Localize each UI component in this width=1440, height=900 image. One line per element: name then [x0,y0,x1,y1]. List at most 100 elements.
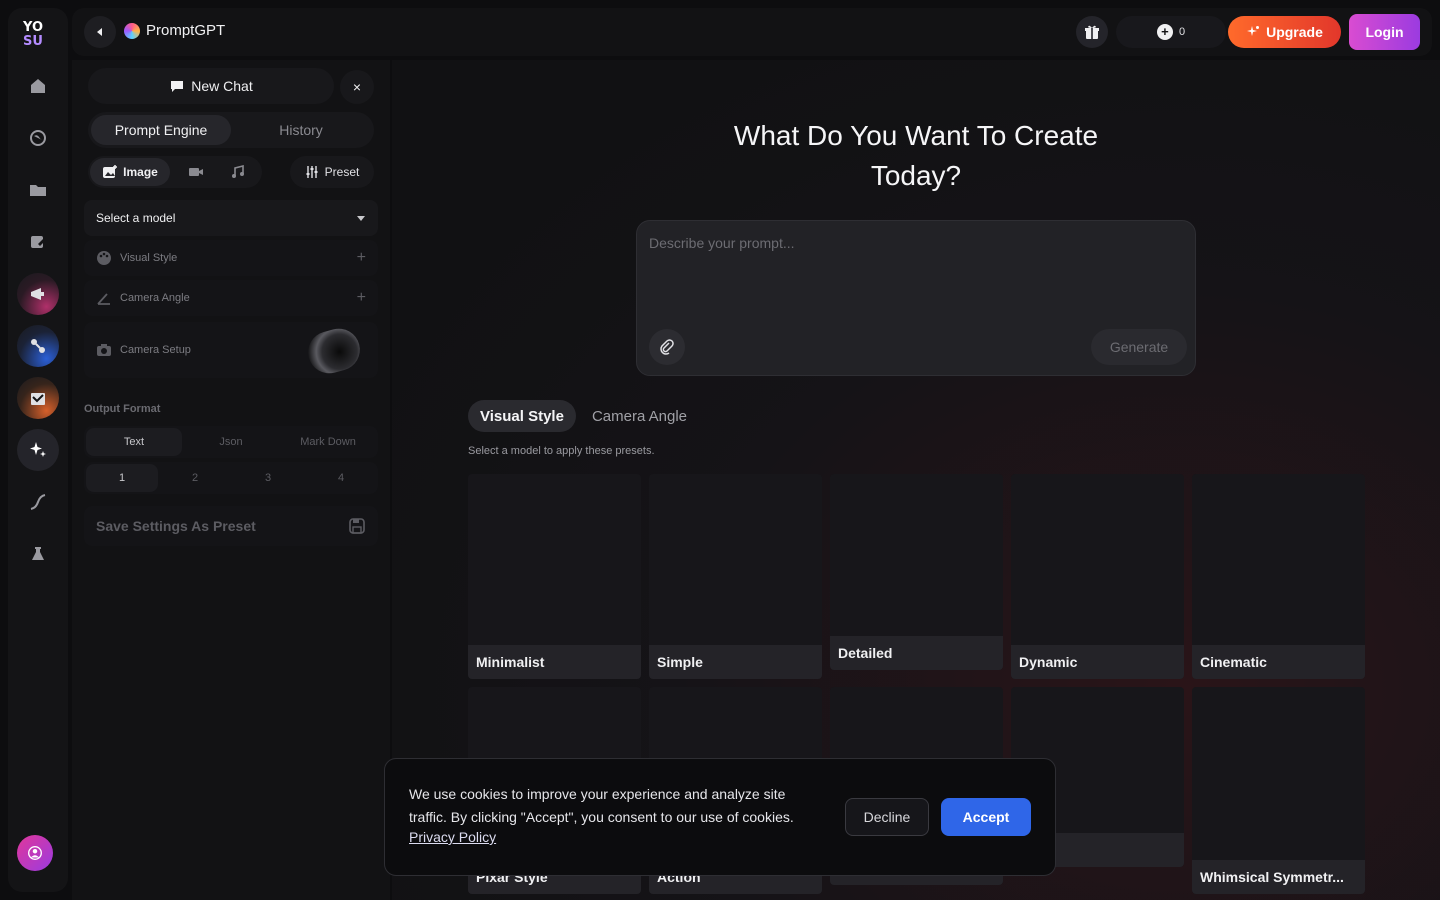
promptgpt-logo-icon [124,22,140,39]
camera-setup-label: Camera Setup [120,344,191,356]
count-4[interactable]: 4 [305,464,377,492]
chat-bubble-icon [171,81,184,92]
sparkle-icon [1247,26,1260,36]
workflow-icon[interactable] [17,325,59,367]
login-button[interactable]: Login [1349,14,1420,50]
prompt-placeholder: Describe your prompt... [649,235,795,251]
tab-prompt-engine[interactable]: Prompt Engine [91,115,231,145]
style-card-cinematic[interactable]: Cinematic [1192,474,1365,679]
output-format-tabs: Text Json Mark Down [84,426,378,458]
caret-left-icon [97,28,102,36]
icon-rail: YO SU [8,8,68,892]
megaphone-icon[interactable] [17,273,59,315]
close-panel-button[interactable]: × [340,70,374,104]
style-card-label: Cinematic [1192,645,1365,679]
add-visual-style-icon[interactable]: + [357,249,366,267]
visual-style-label: Visual Style [120,252,178,264]
top-bar: PromptGPT + 0 Upgrade Login [72,8,1432,56]
tab-history[interactable]: History [231,115,371,145]
style-card-label: Whimsical Symmetr... [1192,860,1365,894]
style-card-detailed[interactable]: Detailed [830,474,1003,670]
format-json[interactable]: Json [183,428,279,456]
mode-music[interactable] [218,158,258,186]
tab-camera-angle[interactable]: Camera Angle [580,400,699,432]
generate-button[interactable]: Generate [1091,329,1187,365]
gift-button[interactable] [1076,16,1108,48]
preset-hint: Select a model to apply these presets. [468,445,655,457]
folder-icon[interactable] [17,169,59,211]
chevron-down-icon [357,216,365,221]
gift-icon [1085,25,1099,39]
image-icon [103,165,118,178]
music-icon [232,165,244,178]
add-camera-angle-icon[interactable]: + [357,289,366,307]
count-1[interactable]: 1 [86,464,158,492]
preset-label: Preset [324,165,360,179]
prompt-engine-panel: New Chat × Prompt Engine History Image P… [72,60,390,900]
svg-text:YO: YO [22,20,43,35]
brand[interactable]: PromptGPT [124,22,225,39]
style-card-simple[interactable]: Simple [649,474,822,679]
mode-video[interactable] [176,158,216,186]
style-card-whimsical[interactable]: Whimsical Symmetr... [1192,687,1365,894]
style-card-label: Detailed [830,636,1003,670]
globe-icon[interactable] [17,117,59,159]
tab-visual-style[interactable]: Visual Style [468,400,576,432]
accept-button[interactable]: Accept [941,798,1031,836]
yosu-logo-icon[interactable]: YO SU [22,18,54,46]
new-chat-button[interactable]: New Chat [88,68,334,104]
user-avatar-icon[interactable] [17,835,53,871]
camera-setup-option[interactable]: Camera Setup [84,322,378,379]
model-select-value: Select a model [96,211,176,225]
style-card-dynamic[interactable]: Dynamic [1011,474,1184,679]
flask-icon[interactable] [17,533,59,575]
style-card-label: Simple [649,645,822,679]
cookie-banner: We use cookies to improve your experienc… [384,758,1056,876]
save-preset-button[interactable]: Save Settings As Preset [84,506,378,546]
visual-style-option[interactable]: Visual Style + [84,240,378,276]
home-icon[interactable] [17,65,59,107]
format-text[interactable]: Text [86,428,182,456]
style-card-label: Dynamic [1011,645,1184,679]
mode-switch: Image [88,156,262,188]
video-icon [189,168,203,176]
count-3[interactable]: 3 [232,464,304,492]
panel-tabs: Prompt Engine History [88,112,374,148]
style-tabs: Visual Style Camera Angle [468,400,699,432]
model-select[interactable]: Select a model [84,200,378,236]
privacy-policy-link[interactable]: Privacy Policy [409,829,496,845]
save-preset-label: Save Settings As Preset [96,518,256,534]
format-markdown[interactable]: Mark Down [280,428,376,456]
plus-circle-icon: + [1156,24,1173,40]
upgrade-label: Upgrade [1266,24,1323,40]
decline-button[interactable]: Decline [845,798,929,836]
prompt-input[interactable]: Describe your prompt... Generate [636,220,1196,376]
paperclip-icon [660,339,674,355]
palette-icon [97,251,111,265]
back-button[interactable] [84,16,116,48]
save-icon [349,518,365,534]
upgrade-button[interactable]: Upgrade [1228,16,1341,48]
edit-image-icon[interactable] [17,221,59,263]
clapper-icon[interactable] [17,377,59,419]
mode-image[interactable]: Image [90,158,170,186]
style-card-label: Minimalist [468,645,641,679]
camera-lens-thumbnail [303,323,365,379]
camera-icon [97,344,111,356]
new-chat-label: New Chat [191,78,253,94]
style-card-minimalist[interactable]: Minimalist [468,474,641,679]
page-title-line-2: Today? [870,160,962,191]
credits-counter[interactable]: + 0 [1116,16,1226,48]
camera-angle-label: Camera Angle [120,292,190,304]
credits-value: 0 [1178,26,1186,38]
cookie-text: We use cookies to improve your experienc… [409,786,794,825]
brand-name: PromptGPT [146,22,226,39]
curve-icon[interactable] [17,481,59,523]
angle-icon [97,293,110,305]
sparkles-icon[interactable] [17,429,59,471]
preset-button[interactable]: Preset [290,156,374,188]
count-2[interactable]: 2 [159,464,231,492]
camera-angle-option[interactable]: Camera Angle + [84,280,378,316]
mode-image-label: Image [123,165,158,179]
attach-button[interactable] [649,329,685,365]
